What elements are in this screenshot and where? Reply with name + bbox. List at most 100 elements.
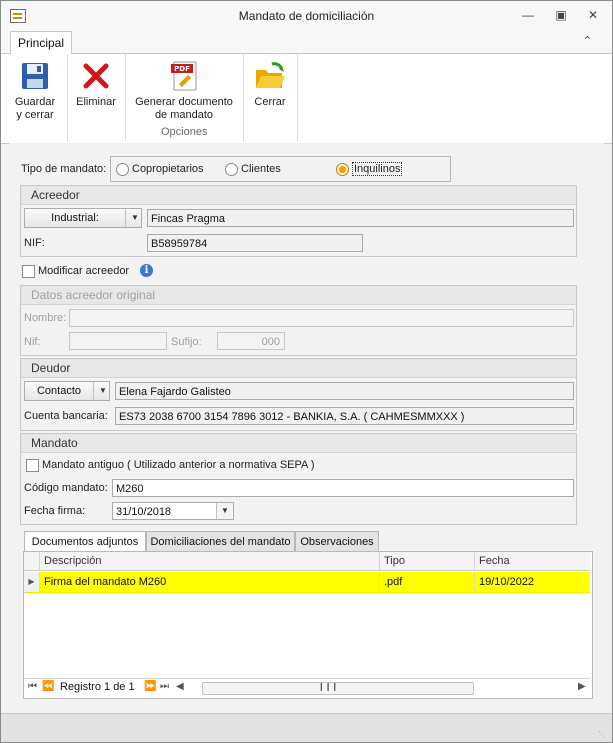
delete-label: Eliminar	[76, 96, 116, 108]
record-counter: Registro 1 de 1	[60, 681, 135, 693]
deudor-group: Deudor Contacto ▼ Elena Fajardo Galisteo…	[20, 358, 577, 431]
acreedor-nif-field[interactable]: B58959784	[147, 234, 363, 252]
cell-tipo[interactable]: .pdf	[380, 572, 475, 592]
group-label-opciones: Opciones	[161, 126, 208, 138]
pdf-document-icon: PDF	[168, 60, 200, 92]
mandato-antiguo-checkbox[interactable]	[26, 459, 39, 472]
status-bar: ⋱	[1, 713, 612, 742]
acreedor-nif-label: NIF:	[24, 237, 45, 249]
chevron-down-icon[interactable]: ▼	[125, 209, 144, 227]
ribbon-separator	[243, 54, 244, 141]
nif-original-field	[69, 332, 167, 350]
documentos-grid: Descripción Tipo Fecha ▶ Firma del manda…	[23, 551, 593, 699]
cuenta-bancaria-field[interactable]: ES73 2038 6700 3154 7896 3012 - BANKIA, …	[115, 407, 574, 425]
fecha-firma-field[interactable]: 31/10/2018 ▼	[112, 502, 234, 520]
radio-clientes[interactable]	[225, 163, 238, 176]
generate-label-2: de mandato	[154, 109, 214, 121]
column-header-fecha[interactable]: Fecha	[475, 552, 590, 571]
calendar-dropdown-icon[interactable]: ▼	[216, 503, 233, 519]
codigo-mandato-label: Código mandato:	[24, 482, 108, 494]
modificar-acreedor-label[interactable]: Modificar acreedor	[38, 265, 129, 277]
previous-page-icon[interactable]: ⏪	[42, 681, 54, 692]
column-header-descripcion[interactable]: Descripción	[40, 552, 380, 571]
nif-original-label: Nif:	[24, 336, 41, 348]
row-indicator-header	[24, 552, 40, 571]
last-record-icon[interactable]: ⏭	[160, 681, 169, 692]
maximize-icon[interactable]: ▣	[552, 7, 570, 23]
mandato-window: Mandato de domiciliación — ▣ ✕ Principal…	[0, 0, 613, 743]
generate-document-button[interactable]: PDF Generar documento de mandato	[129, 54, 239, 122]
scroll-grip-icon[interactable]: ❙❙❙	[318, 682, 338, 691]
tipo-mandato-label: Tipo de mandato:	[21, 163, 107, 175]
radio-clientes-label[interactable]: Clientes	[241, 163, 281, 175]
red-x-icon	[80, 60, 112, 92]
minimize-icon[interactable]: —	[519, 7, 537, 23]
save-label-2: y cerrar	[16, 109, 54, 121]
sufijo-field: 000	[217, 332, 285, 350]
pdf-badge-text: PDF	[174, 65, 190, 73]
grid-navigator: ⏮ ⏪ Registro 1 de 1 ⏩ ⏭ ◀ ❙❙❙ ▶	[24, 678, 590, 697]
cell-descripcion[interactable]: Firma del mandato M260	[40, 572, 380, 592]
nombre-field	[69, 309, 574, 327]
close-window-icon[interactable]: ✕	[584, 7, 602, 23]
title-bar[interactable]: Mandato de domiciliación — ▣ ✕	[1, 1, 612, 31]
mandato-group: Mandato Mandato antiguo ( Utilizado ante…	[20, 433, 577, 525]
radio-copropietarios-label[interactable]: Copropietarios	[132, 163, 204, 175]
resize-grip-icon[interactable]: ⋱	[598, 730, 606, 739]
row-pointer-icon: ▶	[24, 572, 40, 592]
tab-documentos-adjuntos[interactable]: Documentos adjuntos	[24, 531, 146, 552]
deudor-name-field[interactable]: Elena Fajardo Galisteo	[115, 382, 574, 400]
acreedor-original-group: Datos acreedor original Nombre: Nif: Suf…	[20, 285, 577, 356]
close-label: Cerrar	[254, 96, 286, 108]
ribbon: Guardar y cerrar Eliminar PDF Generar do…	[1, 54, 612, 144]
tab-principal[interactable]: Principal	[10, 31, 72, 54]
fecha-firma-value: 31/10/2018	[116, 506, 172, 518]
deudor-title: Deudor	[31, 361, 71, 375]
sufijo-label: Sufijo:	[171, 336, 202, 348]
column-header-tipo[interactable]: Tipo	[380, 552, 475, 571]
fecha-firma-label: Fecha firma:	[24, 505, 86, 517]
save-label-1: Guardar	[14, 96, 56, 108]
chevron-down-icon[interactable]: ▼	[93, 382, 112, 400]
mandato-title: Mandato	[31, 436, 78, 450]
acreedor-original-title: Datos acreedor original	[31, 288, 156, 302]
ribbon-separator	[125, 54, 126, 141]
radio-inquilinos[interactable]	[336, 163, 349, 176]
cell-fecha[interactable]: 19/10/2022	[475, 572, 590, 592]
mandato-header: Mandato	[21, 434, 576, 453]
acreedor-header: Acreedor	[21, 186, 576, 205]
nombre-label: Nombre:	[24, 312, 67, 324]
radio-inquilinos-label[interactable]: Inquilinos	[352, 162, 403, 176]
ribbon-separator	[297, 54, 298, 141]
generate-label-1: Generar documento	[135, 96, 233, 108]
delete-button[interactable]: Eliminar	[71, 54, 121, 109]
first-record-icon[interactable]: ⏮	[28, 681, 37, 692]
tipo-mandato-group: Copropietarios Clientes Inquilinos	[110, 156, 451, 182]
cuenta-bancaria-label: Cuenta bancaria:	[24, 410, 108, 422]
tab-domiciliaciones[interactable]: Domiciliaciones del mandato	[146, 531, 295, 551]
ribbon-separator	[67, 54, 68, 141]
deudor-type-dropdown[interactable]: Contacto ▼	[24, 381, 110, 401]
acreedor-group: Acreedor Industrial: ▼ Fincas Pragma NIF…	[20, 185, 577, 257]
deudor-header: Deudor	[21, 359, 576, 378]
close-button[interactable]: Cerrar	[247, 54, 293, 109]
acreedor-type-dropdown[interactable]: Industrial: ▼	[24, 208, 142, 228]
acreedor-original-header: Datos acreedor original	[21, 286, 576, 305]
acreedor-name-field[interactable]: Fincas Pragma	[147, 209, 574, 227]
radio-copropietarios[interactable]	[116, 163, 129, 176]
floppy-disk-icon	[19, 60, 51, 92]
next-page-icon[interactable]: ⏩	[144, 681, 156, 692]
deudor-type-value: Contacto	[36, 385, 82, 397]
codigo-mandato-field[interactable]: M260	[112, 479, 574, 497]
save-and-close-button[interactable]: Guardar y cerrar	[7, 54, 63, 122]
scroll-right-icon[interactable]: ▶	[578, 681, 586, 692]
collapse-ribbon-icon[interactable]: ⌃	[583, 34, 592, 47]
scroll-left-icon[interactable]: ◀	[176, 681, 184, 692]
acreedor-type-value: Industrial:	[51, 212, 99, 224]
mandato-antiguo-label[interactable]: Mandato antiguo ( Utilizado anterior a n…	[42, 459, 315, 471]
modificar-acreedor-checkbox[interactable]	[22, 265, 35, 278]
open-folder-icon	[254, 60, 286, 92]
table-row[interactable]: ▶ Firma del mandato M260 .pdf 19/10/2022	[24, 572, 590, 593]
tab-observaciones[interactable]: Observaciones	[295, 531, 379, 551]
info-icon[interactable]: i	[140, 264, 153, 277]
